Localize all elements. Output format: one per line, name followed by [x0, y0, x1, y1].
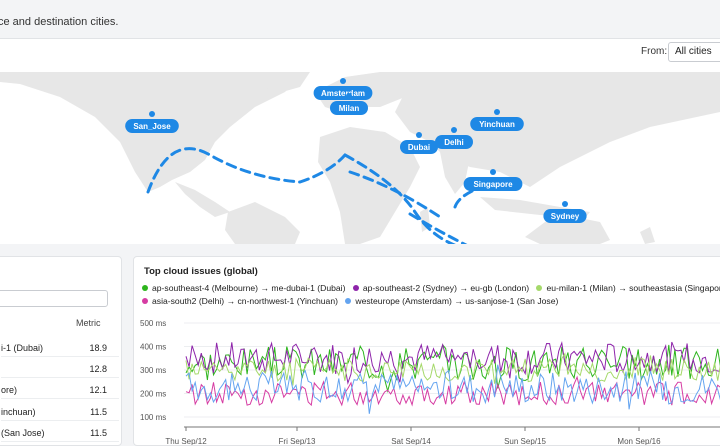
from-filter-label: From: — [641, 46, 668, 57]
page-header: ce and destination cities. — [0, 0, 720, 38]
issues-table-card: Metric i-1 (Dubai) 18.9 12.8 ore) 12.1 i… — [0, 256, 122, 446]
city-dot-icon — [562, 201, 568, 207]
y-tick-label: 500 ms — [140, 319, 166, 328]
page-subtitle: ce and destination cities. — [0, 16, 119, 28]
legend-label: asia-south2 (Delhi) → cn-northwest-1 (Yi… — [152, 296, 338, 306]
y-tick-label: 100 ms — [140, 413, 166, 422]
city-label: Amsterdam — [321, 89, 365, 98]
y-tick-label: 200 ms — [140, 390, 166, 399]
city-dot-icon — [149, 111, 155, 117]
table-row[interactable]: ore) 12.1 — [1, 379, 119, 399]
legend-item[interactable]: westeurope (Amsterdam) → us-sanjose-1 (S… — [345, 296, 558, 306]
series-line[interactable] — [185, 375, 720, 407]
row-route-label: ore) — [1, 385, 18, 395]
legend-dot-icon — [142, 285, 148, 291]
legend-dot-icon — [345, 298, 352, 304]
x-tick-label: Sun Sep/15 — [504, 437, 546, 446]
legend-label: westeurope (Amsterdam) → us-sanjose-1 (S… — [355, 296, 559, 306]
table-row[interactable]: (San Jose) 11.5 — [1, 422, 119, 442]
world-map-svg: San_Jose Amsterdam Milan Yinchuan Dubai Delhi… — [0, 72, 720, 244]
table-row[interactable]: 12.8 — [1, 358, 119, 378]
row-metric-value: 11.5 — [90, 428, 107, 438]
table-row[interactable]: i-1 (Dubai) 18.9 — [1, 337, 119, 357]
metric-column-header: Metric — [76, 318, 101, 328]
city-label: Delhi — [444, 138, 464, 147]
city-label: San_Jose — [133, 122, 171, 131]
row-route-label: inchuan) — [1, 407, 36, 417]
legend-row-2: asia-south2 (Delhi) → cn-northwest-1 (Yi… — [142, 296, 563, 306]
table-row[interactable]: inchuan) 11.5 — [1, 401, 119, 421]
city-dot-icon — [490, 169, 496, 175]
y-tick-label: 300 ms — [140, 366, 166, 375]
row-metric-value: 18.9 — [89, 343, 107, 353]
legend-dot-icon — [142, 298, 148, 304]
legend-item[interactable]: eu-milan-1 (Milan) → southeastasia (Sing… — [536, 283, 720, 293]
city-dot-icon — [346, 93, 352, 99]
row-metric-value: 11.5 — [90, 407, 107, 417]
city-dot-icon — [416, 132, 422, 138]
latency-line-chart[interactable]: 500 ms 400 ms 300 ms 200 ms 100 ms Thu Sep/12… — [134, 315, 720, 446]
x-tick-label: Sat Sep/14 — [391, 437, 431, 446]
city-label: Dubai — [408, 143, 430, 152]
city-label: Milan — [339, 104, 360, 113]
row-route-label: i-1 (Dubai) — [1, 343, 44, 353]
route-arc — [408, 212, 468, 244]
x-tick-label: Thu Sep/12 — [165, 437, 207, 446]
from-city-select[interactable]: All cities — [668, 42, 720, 62]
legend-label: ap-southeast-2 (Sydney) → eu-gb (London) — [362, 283, 530, 293]
world-map[interactable]: San_Jose Amsterdam Milan Yinchuan Dubai Delhi… — [0, 72, 720, 244]
legend-item[interactable]: ap-southeast-4 (Melbourne) → me-dubai-1 … — [142, 283, 345, 293]
legend-row-1: ap-southeast-4 (Melbourne) → me-dubai-1 … — [142, 283, 720, 293]
chart-title: Top cloud issues (global) — [144, 266, 258, 277]
x-tick-label: Mon Sep/16 — [617, 437, 661, 446]
row-metric-value: 12.1 — [89, 385, 107, 395]
legend-label: ap-southeast-4 (Melbourne) → me-dubai-1 … — [152, 283, 346, 293]
row-route-label: (San Jose) — [1, 428, 45, 438]
city-dot-icon — [494, 109, 500, 115]
legend-item[interactable]: asia-south2 (Delhi) → cn-northwest-1 (Yi… — [142, 296, 338, 306]
y-tick-label: 400 ms — [140, 343, 166, 352]
legend-item[interactable]: ap-southeast-2 (Sydney) → eu-gb (London) — [352, 283, 530, 293]
city-label: Yinchuan — [479, 120, 515, 129]
top-cloud-issues-card: Top cloud issues (global) ap-southeast-4… — [133, 256, 720, 446]
table-search-input[interactable] — [0, 290, 108, 307]
row-metric-value: 12.8 — [89, 364, 107, 374]
legend-dot-icon — [536, 285, 543, 291]
legend-dot-icon — [352, 285, 359, 291]
legend-label: eu-milan-1 (Milan) → southeastasia (Sing… — [546, 283, 720, 293]
city-label: Singapore — [473, 180, 513, 189]
x-tick-label: Fri Sep/13 — [279, 437, 316, 446]
city-label: Sydney — [551, 212, 580, 221]
city-dot-icon — [451, 127, 457, 133]
city-dot-icon — [340, 78, 346, 84]
